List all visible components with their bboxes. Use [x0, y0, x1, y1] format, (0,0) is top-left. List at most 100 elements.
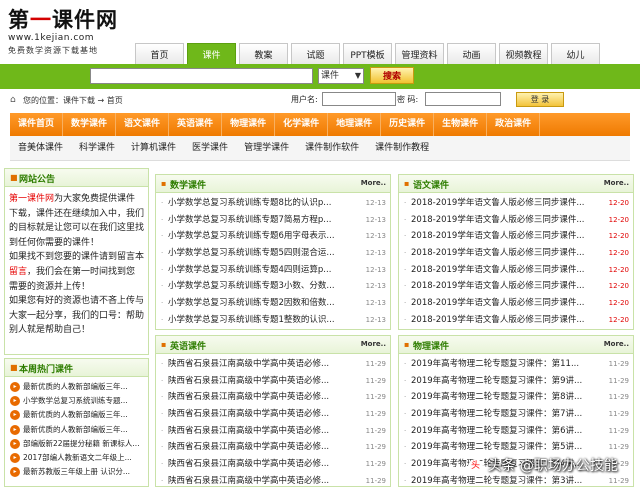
item-title[interactable]: 2019年高考物理二轮专题复习课件：第11...: [411, 356, 601, 373]
nav-tab[interactable]: 试题: [291, 43, 340, 64]
list-item[interactable]: · 小学数学总复习系统训练专题2因数和倍数... 12-13: [156, 295, 390, 312]
item-title[interactable]: 2018-2019学年语文鲁人版必修三同步课件...: [411, 228, 601, 245]
search-category-select[interactable]: 课件 ▼: [318, 68, 364, 84]
nav-tab[interactable]: PPT模板: [343, 43, 392, 64]
list-item[interactable]: · 2018-2019学年语文鲁人版必修三同步课件... 12-20: [399, 262, 633, 279]
item-title[interactable]: 陕西省石泉县江南高级中学高中英语必修...: [168, 456, 358, 473]
category-link[interactable]: 课件制作软件: [297, 136, 367, 160]
category-link[interactable]: 地理课件: [328, 113, 382, 136]
list-item[interactable]: · 2019年高考物理二轮专题复习课件：第5讲... 11-29: [399, 439, 633, 456]
list-item[interactable]: · 陕西省石泉县江南高级中学高中英语必修... 11-29: [156, 439, 390, 456]
guestbook-link[interactable]: 留言: [9, 267, 27, 277]
list-item[interactable]: · 2019年高考物理二轮专题复习课件：第7讲... 11-29: [399, 406, 633, 423]
hot-item[interactable]: ▸ 最新优质的人教新部编版三年...: [5, 380, 148, 394]
category-link[interactable]: 数学课件: [63, 113, 117, 136]
item-title[interactable]: 2019年高考物理二轮专题复习课件：第3讲...: [411, 473, 601, 490]
username-field[interactable]: [322, 92, 396, 106]
list-item[interactable]: · 小学数学总复习系统训练专题3小数、分数... 12-13: [156, 278, 390, 295]
item-title[interactable]: 2018-2019学年语文鲁人版必修三同步课件...: [411, 262, 601, 279]
list-item[interactable]: · 2019年高考物理二轮专题复习课件：第11... 11-29: [399, 356, 633, 373]
list-item[interactable]: · 小学数学总复习系统训练专题6用字母表示... 12-13: [156, 228, 390, 245]
item-title[interactable]: 2019年高考物理二轮专题复习课件：第5讲...: [411, 439, 601, 456]
item-title[interactable]: 小学数学总复习系统训练专题1整数的认识...: [168, 312, 358, 329]
item-title[interactable]: 2019年高考物理二轮专题复习课件：第6讲...: [411, 423, 601, 440]
nav-tab[interactable]: 课件: [187, 43, 236, 64]
list-item[interactable]: · 陕西省石泉县江南高级中学高中英语必修... 11-29: [156, 356, 390, 373]
nav-tab[interactable]: 首页: [135, 43, 184, 64]
list-item[interactable]: · 2018-2019学年语文鲁人版必修三同步课件... 12-20: [399, 312, 633, 329]
more-link[interactable]: More..: [604, 340, 629, 348]
item-title[interactable]: 2019年高考物理二轮专题复习课件：第9讲...: [411, 373, 601, 390]
category-link[interactable]: 课件制作教程: [367, 136, 437, 160]
item-title[interactable]: 2018-2019学年语文鲁人版必修三同步课件...: [411, 295, 601, 312]
category-link[interactable]: 历史课件: [381, 113, 435, 136]
more-link[interactable]: More..: [361, 340, 386, 348]
category-link[interactable]: 计算机课件: [123, 136, 184, 160]
nav-tab[interactable]: 幼儿: [551, 43, 600, 64]
item-title[interactable]: 2018-2019学年语文鲁人版必修三同步课件...: [411, 278, 601, 295]
item-title[interactable]: 小学数学总复习系统训练专题6用字母表示...: [168, 228, 358, 245]
hot-item[interactable]: ▸ 最新优质的人教新部编版三年...: [5, 408, 148, 422]
list-item[interactable]: · 2018-2019学年语文鲁人版必修三同步课件... 12-20: [399, 228, 633, 245]
site-name-link[interactable]: 第一课件网: [9, 194, 54, 204]
list-item[interactable]: · 2019年高考物理二轮专题复习课件：第8讲... 11-29: [399, 389, 633, 406]
category-link[interactable]: 化学课件: [275, 113, 329, 136]
more-link[interactable]: More..: [361, 179, 386, 187]
item-title[interactable]: 2018-2019学年语文鲁人版必修三同步课件...: [411, 195, 601, 212]
category-link[interactable]: 语文课件: [116, 113, 170, 136]
category-link[interactable]: 生物课件: [434, 113, 488, 136]
item-title[interactable]: 小学数学总复习系统训练专题2因数和倍数...: [168, 295, 358, 312]
item-title[interactable]: 小学数学总复习系统训练专题4四则运算p...: [168, 262, 358, 279]
list-item[interactable]: · 2018-2019学年语文鲁人版必修三同步课件... 12-20: [399, 245, 633, 262]
more-link[interactable]: More..: [604, 179, 629, 187]
item-title[interactable]: 陕西省石泉县江南高级中学高中英语必修...: [168, 473, 358, 490]
list-item[interactable]: · 2019年高考物理二轮专题复习课件：第9讲... 11-29: [399, 373, 633, 390]
list-item[interactable]: · 2018-2019学年语文鲁人版必修三同步课件... 12-20: [399, 212, 633, 229]
hot-item[interactable]: ▸ 最新优质的人教新部编版三年...: [5, 423, 148, 437]
item-title[interactable]: 2019年高考物理二轮专题复习课件：第7讲...: [411, 406, 601, 423]
category-link[interactable]: 音美体课件: [10, 136, 71, 160]
item-title[interactable]: 陕西省石泉县江南高级中学高中英语必修...: [168, 406, 358, 423]
list-item[interactable]: · 小学数学总复习系统训练专题4四则运算p... 12-13: [156, 262, 390, 279]
item-title[interactable]: 小学数学总复习系统训练专题3小数、分数...: [168, 278, 358, 295]
nav-tab[interactable]: 动画: [447, 43, 496, 64]
item-title[interactable]: 小学数学总复习系统训练专题7简易方程p...: [168, 212, 358, 229]
item-title[interactable]: 2018-2019学年语文鲁人版必修三同步课件...: [411, 245, 601, 262]
hot-item[interactable]: ▸ 最新苏教版三年级上册 认识分...: [5, 465, 148, 479]
list-item[interactable]: · 小学数学总复习系统训练专题1整数的认识... 12-13: [156, 312, 390, 329]
category-link[interactable]: 管理学课件: [236, 136, 297, 160]
hot-item[interactable]: ▸ 部编版新22届提分秘籍 新课标人...: [5, 437, 148, 451]
list-item[interactable]: · 2018-2019学年语文鲁人版必修三同步课件... 12-20: [399, 295, 633, 312]
item-title[interactable]: 2018-2019学年语文鲁人版必修三同步课件...: [411, 212, 601, 229]
list-item[interactable]: · 陕西省石泉县江南高级中学高中英语必修... 11-29: [156, 423, 390, 440]
item-title[interactable]: 2019年高考物理二轮专题复习课件：第8讲...: [411, 389, 601, 406]
item-title[interactable]: 陕西省石泉县江南高级中学高中英语必修...: [168, 373, 358, 390]
category-link[interactable]: 科学课件: [71, 136, 123, 160]
list-item[interactable]: · 2018-2019学年语文鲁人版必修三同步课件... 12-20: [399, 195, 633, 212]
list-item[interactable]: · 小学数学总复习系统训练专题8比的认识p... 12-13: [156, 195, 390, 212]
list-item[interactable]: · 陕西省石泉县江南高级中学高中英语必修... 11-29: [156, 373, 390, 390]
category-link[interactable]: 物理课件: [222, 113, 276, 136]
site-logo[interactable]: 第一课件网 www.1kejian.com 免费数学资源下载基地: [8, 4, 130, 58]
category-link[interactable]: 医学课件: [184, 136, 236, 160]
login-button[interactable]: 登 录: [516, 92, 564, 107]
item-title[interactable]: 小学数学总复习系统训练专题8比的认识p...: [168, 195, 358, 212]
nav-tab[interactable]: 视频教程: [499, 43, 548, 64]
item-title[interactable]: 陕西省石泉县江南高级中学高中英语必修...: [168, 439, 358, 456]
item-title[interactable]: 陕西省石泉县江南高级中学高中英语必修...: [168, 356, 358, 373]
category-link[interactable]: 政治课件: [487, 113, 541, 136]
password-field[interactable]: [425, 92, 501, 106]
item-title[interactable]: 2018-2019学年语文鲁人版必修三同步课件...: [411, 312, 601, 329]
list-item[interactable]: · 陕西省石泉县江南高级中学高中英语必修... 11-29: [156, 456, 390, 473]
item-title[interactable]: 小学数学总复习系统训练专题5四则混合运...: [168, 245, 358, 262]
list-item[interactable]: · 2018-2019学年语文鲁人版必修三同步课件... 12-20: [399, 278, 633, 295]
item-title[interactable]: 陕西省石泉县江南高级中学高中英语必修...: [168, 423, 358, 440]
category-link[interactable]: 英语课件: [169, 113, 223, 136]
list-item[interactable]: · 小学数学总复习系统训练专题7简易方程p... 12-13: [156, 212, 390, 229]
hot-item[interactable]: ▸ 小学数学总复习系统训练专题...: [5, 394, 148, 408]
list-item[interactable]: · 2019年高考物理二轮专题复习课件：第6讲... 11-29: [399, 423, 633, 440]
item-title[interactable]: 陕西省石泉县江南高级中学高中英语必修...: [168, 389, 358, 406]
list-item[interactable]: · 陕西省石泉县江南高级中学高中英语必修... 11-29: [156, 389, 390, 406]
search-button[interactable]: 搜索: [370, 67, 414, 84]
nav-tab[interactable]: 管理资料: [395, 43, 444, 64]
